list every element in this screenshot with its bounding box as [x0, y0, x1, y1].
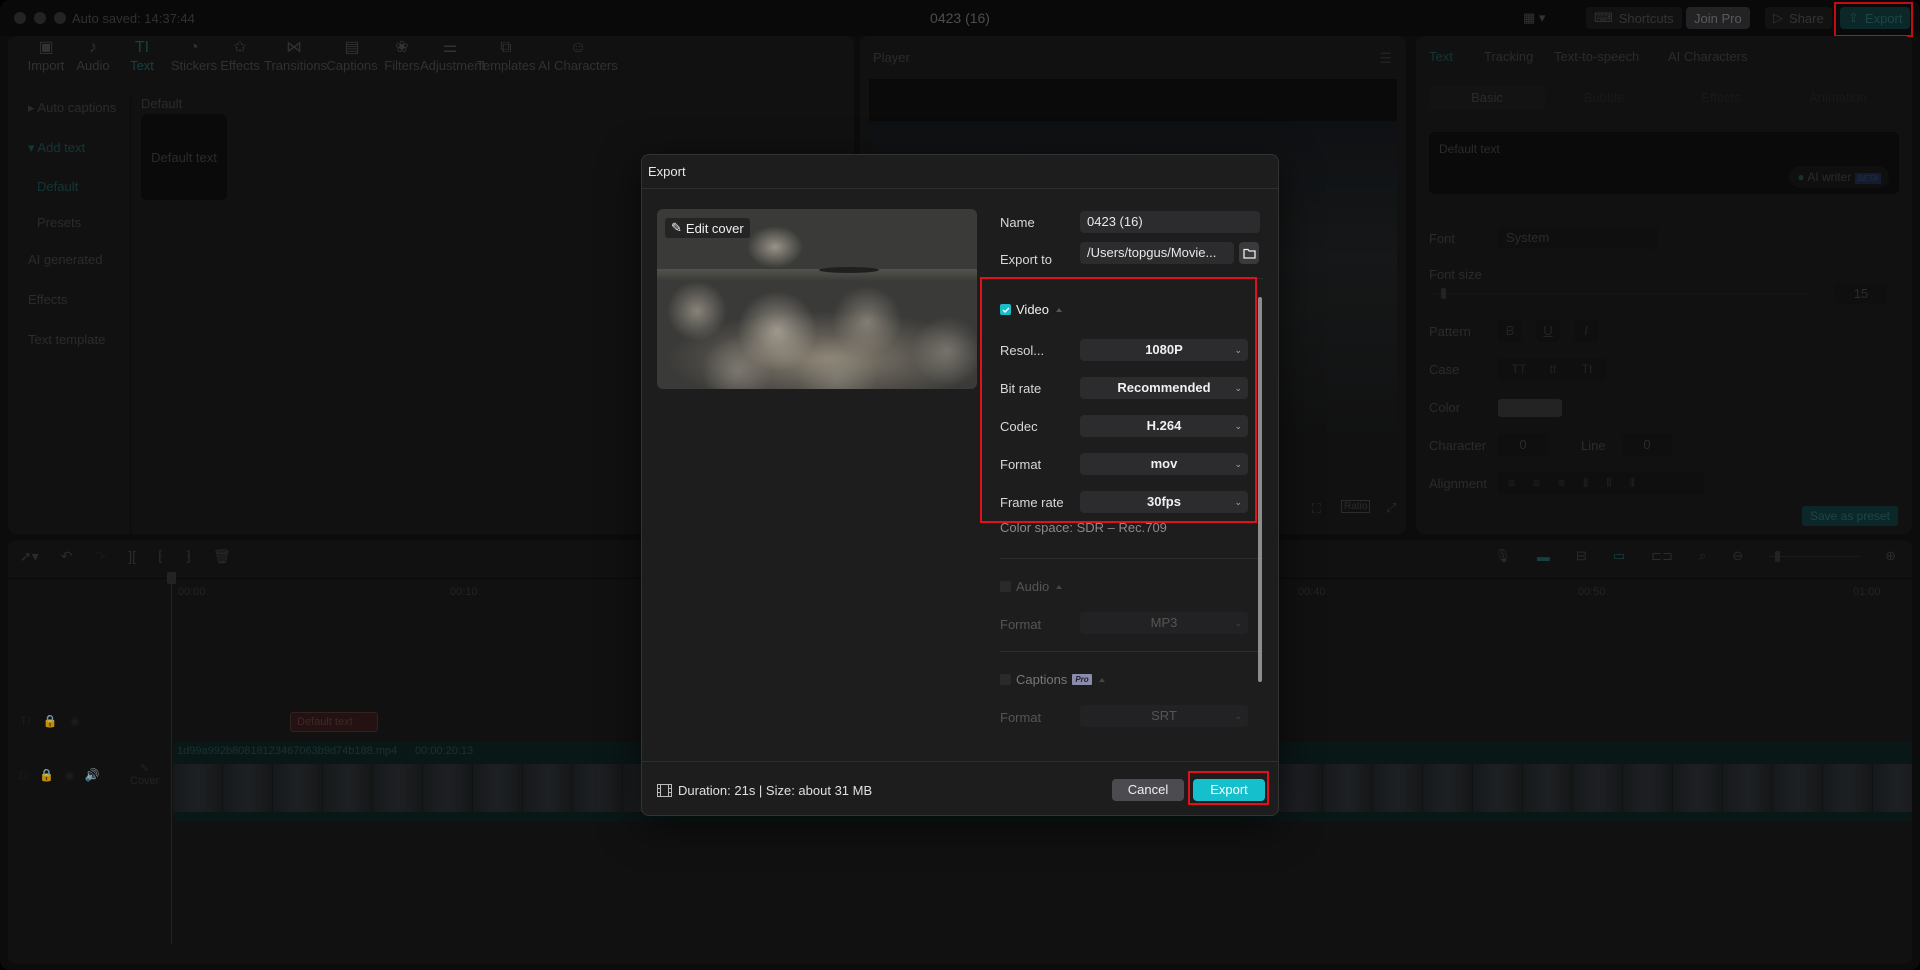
dialog-footer-separator: [642, 761, 1278, 762]
browse-folder-button[interactable]: [1239, 242, 1259, 264]
chevron-down-icon: ⌄: [1234, 711, 1242, 721]
edit-cover-label: Edit cover: [685, 220, 744, 236]
captions-checkbox[interactable]: [1000, 674, 1011, 685]
chevron-down-icon: ⌄: [1234, 345, 1242, 355]
bit-rate-select[interactable]: Recommended ⌄: [1080, 377, 1248, 399]
audio-format-select[interactable]: MP3 ⌄: [1080, 612, 1248, 634]
name-input[interactable]: 0423 (16): [1080, 211, 1260, 233]
cover-clouds: [657, 281, 977, 389]
select-value: H.264: [1146, 418, 1182, 433]
format-select[interactable]: mov ⌄: [1080, 453, 1248, 475]
dialog-title: Export: [648, 164, 686, 179]
section-separator: [1000, 278, 1263, 279]
chevron-down-icon: ⌄: [1234, 497, 1242, 507]
check-icon: [1002, 307, 1009, 313]
captions-label: Captions: [1016, 672, 1068, 687]
pencil-icon: ✎: [671, 220, 682, 235]
audio-format-label: Format: [1000, 617, 1042, 632]
select-value: 30fps: [1147, 494, 1181, 509]
codec-label: Codec: [1000, 419, 1038, 434]
cover-island: [819, 267, 879, 273]
dialog-header-separator: [642, 188, 1278, 189]
export-button[interactable]: Export: [1193, 779, 1265, 801]
cancel-button[interactable]: Cancel: [1112, 779, 1184, 801]
settings-scrollbar[interactable]: [1258, 297, 1262, 682]
name-label: Name: [1000, 215, 1035, 230]
chevron-down-icon: ⌄: [1234, 459, 1242, 469]
captions-format-value: SRT: [1151, 708, 1177, 723]
select-value: mov: [1150, 456, 1178, 471]
section-separator: [1000, 651, 1263, 652]
frame-rate-select[interactable]: 30fps ⌄: [1080, 491, 1248, 513]
resol-select[interactable]: 1080P ⌄: [1080, 339, 1248, 361]
audio-checkbox[interactable]: [1000, 581, 1011, 592]
select-value: Recommended: [1117, 380, 1211, 395]
app-window: Auto saved: 14:37:44 0423 (16) ▦ ▾ ⌨ Shor…: [0, 0, 1920, 970]
color-space-text: Color space: SDR – Rec.709: [1000, 520, 1167, 535]
video-checkbox[interactable]: [1000, 304, 1011, 315]
captions-format-select[interactable]: SRT ⌄: [1080, 705, 1248, 727]
export-path-input[interactable]: /Users/topgus/Movie...: [1080, 242, 1234, 264]
section-separator: [1000, 558, 1263, 559]
bit-rate-label: Bit rate: [1000, 381, 1042, 396]
collapse-caret-icon[interactable]: [1056, 307, 1063, 312]
film-icon: [657, 784, 672, 797]
resol-label: Resol...: [1000, 343, 1045, 358]
cover-preview: ✎ Edit cover: [657, 209, 977, 389]
frame-rate-label: Frame rate: [1000, 495, 1064, 510]
chevron-down-icon: ⌄: [1234, 618, 1242, 628]
duration-size-text: Duration: 21s | Size: about 31 MB: [678, 783, 873, 798]
export-to-label: Export to: [1000, 252, 1053, 267]
export-dialog: Export ✎ Edit cover Name 0423 (16) Expor…: [641, 154, 1279, 816]
edit-cover-button[interactable]: ✎ Edit cover: [665, 218, 750, 238]
chevron-down-icon: ⌄: [1234, 383, 1242, 393]
collapse-caret-icon[interactable]: [1098, 677, 1105, 682]
select-value: 1080P: [1145, 342, 1183, 357]
captions-format-label: Format: [1000, 710, 1042, 725]
audio-label: Audio: [1016, 579, 1050, 594]
collapse-caret-icon[interactable]: [1056, 584, 1063, 589]
captions-section-header[interactable]: Captions Pro: [1000, 672, 1105, 687]
format-label: Format: [1000, 457, 1042, 472]
audio-section-header[interactable]: Audio: [1000, 579, 1063, 594]
folder-icon: [1242, 248, 1256, 259]
audio-format-value: MP3: [1150, 615, 1178, 630]
cover-horizon: [657, 269, 977, 281]
video-label: Video: [1016, 302, 1050, 317]
export-info: Duration: 21s | Size: about 31 MB: [657, 783, 872, 798]
codec-select[interactable]: H.264 ⌄: [1080, 415, 1248, 437]
video-section-header[interactable]: Video: [1000, 302, 1063, 317]
chevron-down-icon: ⌄: [1234, 421, 1242, 431]
pro-badge: Pro: [1072, 674, 1092, 685]
